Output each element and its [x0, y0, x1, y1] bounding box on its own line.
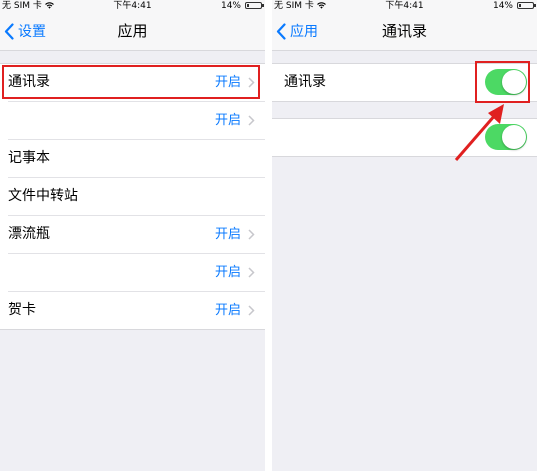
battery-icon	[245, 2, 264, 9]
list-item-drift-bottle[interactable]: 漂流瓶 开启	[8, 216, 265, 254]
list-item-greeting-card[interactable]: 贺卡 开启	[8, 292, 265, 329]
battery-percent: 14%	[220, 1, 241, 11]
list-item-notepad[interactable]: 记事本	[8, 140, 265, 178]
highlight-box	[475, 61, 530, 103]
nav-bar: 设置 应用	[0, 12, 265, 51]
page-title: 通讯录	[381, 22, 427, 40]
chevron-right-icon	[248, 305, 255, 316]
row-label: 记事本	[8, 150, 50, 166]
status-bar: 无 SIM 卡 下午4:41 14%	[0, 0, 265, 12]
page-title: 应用	[117, 22, 148, 40]
row-value: 开启	[214, 303, 241, 318]
highlight-box	[2, 65, 260, 99]
battery-icon	[517, 2, 536, 9]
list-item[interactable]: 开启	[8, 102, 265, 140]
row-value: 开启	[214, 113, 241, 128]
battery-percent: 14%	[492, 1, 513, 11]
row-label: 漂流瓶	[8, 226, 50, 242]
row-label: 贺卡	[8, 302, 36, 318]
row-value: 开启	[214, 265, 241, 280]
row-label: 通讯录	[284, 74, 326, 90]
red-arrow-icon	[454, 104, 504, 161]
chevron-right-icon	[248, 115, 255, 126]
right-screen: 无 SIM 卡 下午4:41 14% 应用 通讯录 通讯录	[272, 0, 537, 471]
left-screen: 无 SIM 卡 下午4:41 14% 设置 应用 通讯录 开启 开启 记事本 文…	[0, 0, 265, 471]
list-item[interactable]: 开启	[8, 254, 265, 292]
status-bar: 无 SIM 卡 下午4:41 14%	[272, 0, 537, 12]
list-item-file-transfer[interactable]: 文件中转站	[8, 178, 265, 216]
row-label: 文件中转站	[8, 188, 78, 204]
chevron-right-icon	[248, 229, 255, 240]
nav-bar: 应用 通讯录	[272, 12, 537, 51]
chevron-right-icon	[248, 267, 255, 278]
app-list: 通讯录 开启 开启 记事本 文件中转站 漂流瓶 开启 开启 贺卡 开启	[0, 63, 265, 330]
row-value: 开启	[214, 227, 241, 242]
